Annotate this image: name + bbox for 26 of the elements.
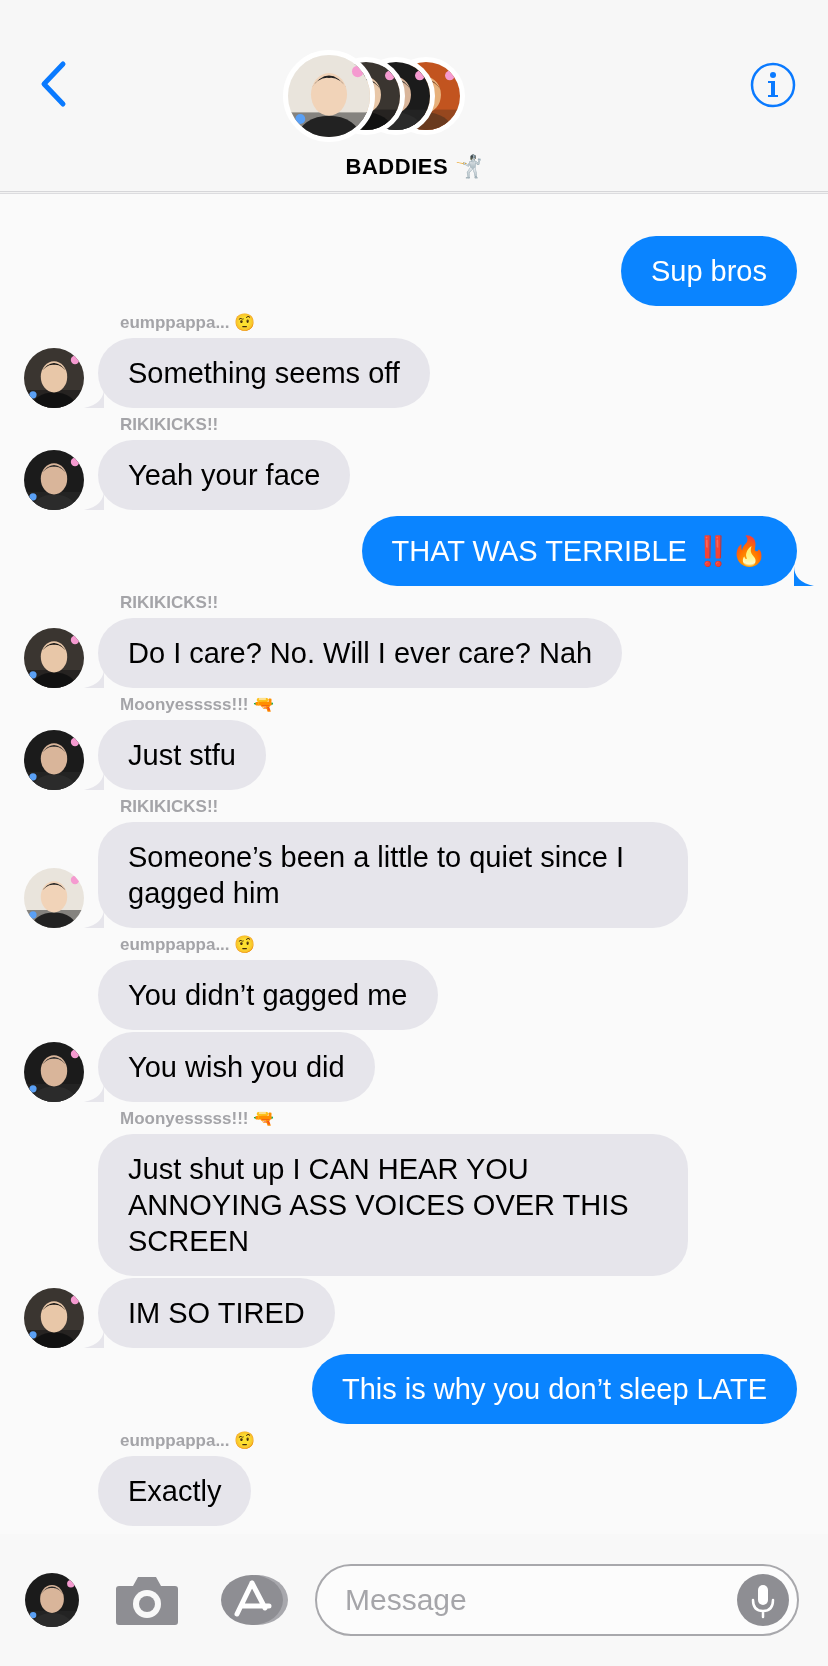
received-message-bubble: Just shut up I CAN HEAR YOU ANNOYING ASS VOICES OVER THIS SCREEN	[98, 1134, 688, 1276]
message-field[interactable]: Message	[315, 1564, 799, 1636]
sender-name: eumppappa... 🤨	[120, 1430, 257, 1452]
sender-name: RIKIKICKS!!	[120, 414, 220, 436]
received-message-bubble: IM SO TIRED	[98, 1278, 335, 1348]
sender-name: eumppappa... 🤨	[120, 934, 257, 956]
sent-message-bubble: Sup bros	[620, 236, 797, 306]
sender-name: RIKIKICKS!!	[120, 796, 220, 818]
sent-message-bubble: This is why you don’t sleep LATE	[312, 1354, 797, 1424]
microphone-icon[interactable]	[737, 1574, 789, 1626]
received-message-bubble: Exactly	[98, 1456, 252, 1526]
received-message-bubble: Just stfu	[98, 720, 266, 790]
received-message-bubble: Someone’s been a little to quiet since I gagged him	[98, 822, 688, 928]
sender-name: Moonyesssss!!! 🔫	[120, 1108, 276, 1130]
info-icon[interactable]	[750, 62, 796, 108]
camera-icon[interactable]	[115, 1574, 179, 1626]
sent-message-bubble: THAT WAS TERRIBLE ‼🔥	[361, 516, 797, 586]
received-message-bubble: Something seems off	[98, 338, 430, 408]
received-message-bubble: Do I care? No. Will I ever care? Nah	[98, 618, 623, 688]
group-title[interactable]: BADDIES 🤺	[0, 150, 828, 183]
received-message-bubble: You wish you did	[98, 1032, 375, 1102]
sender-name: Moonyesssss!!! 🔫	[120, 694, 276, 716]
received-message-bubble: Yeah your face	[98, 440, 351, 510]
sender-name: RIKIKICKS!!	[120, 592, 220, 614]
received-message-bubble: You didn’t gagged me	[98, 960, 438, 1030]
sender-name: eumppappa... 🤨	[120, 312, 257, 334]
